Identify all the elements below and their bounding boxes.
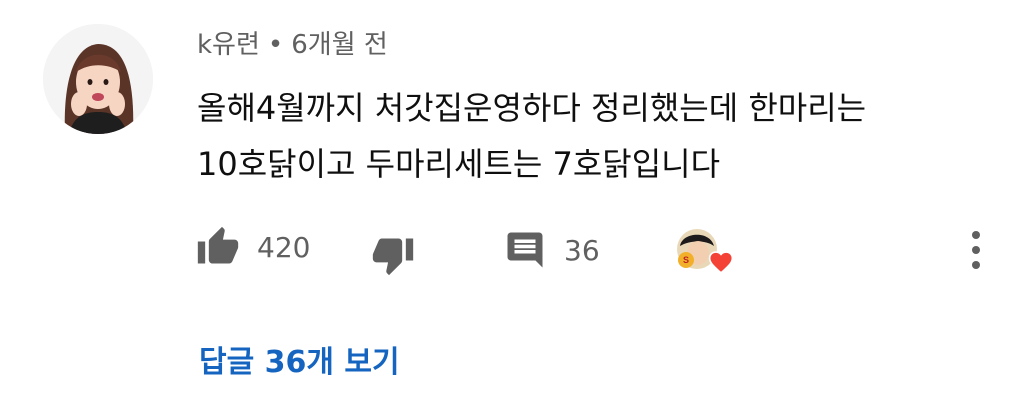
- avatar[interactable]: [43, 24, 153, 134]
- like-count: 420: [257, 230, 311, 264]
- creator-heart: S: [676, 228, 738, 278]
- view-replies-link[interactable]: 답글 36개 보기: [199, 343, 400, 383]
- comment-icon: [504, 229, 546, 271]
- comment-meta: k유련 • 6개월 전: [197, 28, 388, 62]
- timestamp[interactable]: 6개월 전: [291, 30, 388, 60]
- heart-icon: [708, 250, 734, 278]
- thumbs-down-icon: [371, 233, 415, 277]
- avatar-image: [43, 24, 153, 134]
- author-name[interactable]: k유련: [197, 30, 260, 60]
- reply-button[interactable]: 36: [504, 229, 600, 271]
- comment-line-2: 10호닭이고 두마리세트는 7호닭입니다: [197, 145, 721, 183]
- thumbs-up-icon: [196, 225, 240, 269]
- reply-count: 36: [564, 233, 600, 267]
- comment-menu-button[interactable]: [966, 228, 986, 272]
- meta-separator: •: [267, 30, 284, 60]
- dislike-button[interactable]: [371, 233, 415, 277]
- svg-text:S: S: [683, 255, 689, 265]
- more-vert-icon: [966, 228, 986, 272]
- comment-line-1: 올해4월까지 처갓집운영하다 정리했는데 한마리는: [197, 89, 867, 127]
- comment-text: 올해4월까지 처갓집운영하다 정리했는데 한마리는 10호닭이고 두마리세트는 …: [197, 80, 987, 192]
- like-button[interactable]: 420: [196, 225, 310, 269]
